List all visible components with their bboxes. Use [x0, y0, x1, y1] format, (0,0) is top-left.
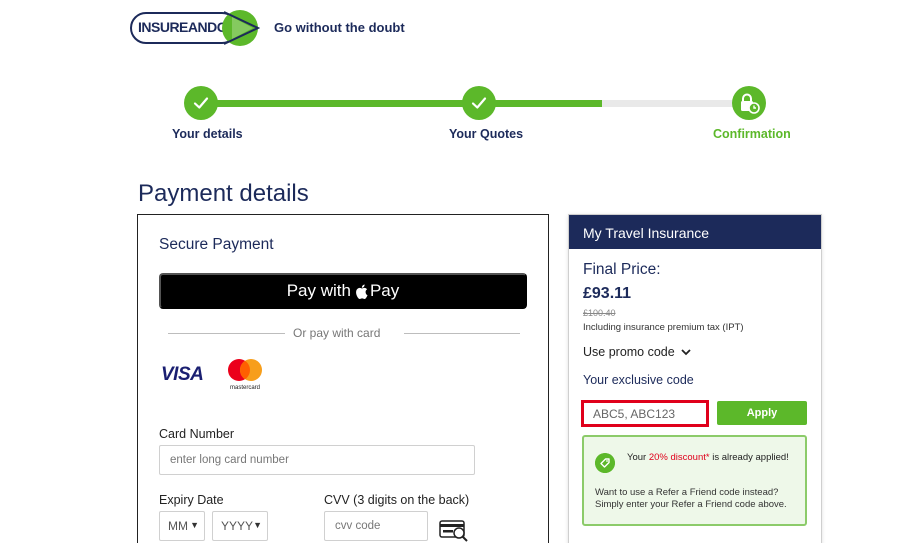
tagline: Go without the doubt — [274, 20, 405, 35]
step-your-details — [184, 86, 218, 120]
refer-friend-message: Want to use a Refer a Friend code instea… — [595, 487, 787, 510]
divider-line-right — [404, 333, 520, 334]
final-price-label: Final Price: — [583, 261, 661, 278]
divider-text: Or pay with card — [293, 326, 381, 340]
secure-payment-title: Secure Payment — [159, 236, 274, 253]
secure-payment-card: Secure Payment Pay with Pay Or pay with … — [137, 214, 549, 543]
step-label-your-quotes: Your Quotes — [449, 127, 524, 141]
visa-logo: VISA — [161, 364, 204, 385]
expiry-year-select[interactable]: YYYY ▼ — [212, 511, 268, 541]
discount-pre: Your — [627, 452, 649, 463]
progress-fill — [200, 100, 602, 107]
lock-clock-icon — [741, 93, 760, 114]
logo-text-insureand: INSUREAND — [138, 19, 217, 35]
step-label-confirmation: Confirmation — [713, 127, 791, 141]
travel-insurance-summary: My Travel Insurance Final Price: £93.11 … — [568, 214, 822, 543]
mastercard-logo: mastercard — [228, 359, 262, 391]
summary-header: My Travel Insurance — [569, 215, 821, 249]
mastercard-text: mastercard — [230, 385, 260, 391]
discount-message: Your 20% discount* is already applied! — [627, 452, 797, 464]
apple-pay-button[interactable]: Pay with Pay — [159, 273, 527, 309]
promo-code-input[interactable] — [581, 400, 709, 427]
chevron-down-icon — [681, 349, 691, 356]
divider-line-left — [168, 333, 285, 334]
cvv-input[interactable] — [324, 511, 428, 541]
expiry-year-value: YYYY — [221, 519, 254, 533]
discount-applied-box: Your 20% discount* is already applied! W… — [582, 435, 807, 526]
check-icon — [193, 97, 209, 109]
discount-highlight: 20% discount* — [648, 452, 710, 463]
card-number-label: Card Number — [159, 427, 235, 441]
cvv-card-icon — [439, 520, 468, 542]
card-number-input[interactable] — [159, 445, 475, 475]
logo-arrow-icon — [222, 10, 260, 46]
tag-icon — [595, 453, 615, 473]
promo-toggle-label: Use promo code — [583, 345, 675, 359]
expiry-month-value: MM — [168, 519, 188, 533]
apple-icon — [356, 284, 368, 299]
apple-pay-suffix: Pay — [369, 281, 400, 300]
or-pay-divider: Or pay with card — [168, 326, 520, 340]
page-title: Payment details — [138, 180, 309, 207]
old-price: £100.40 — [583, 308, 616, 318]
check-icon — [471, 97, 487, 109]
exclusive-code-label: Your exclusive code — [583, 373, 694, 387]
expiry-month-select[interactable]: MM ▼ — [159, 511, 205, 541]
apply-button[interactable]: Apply — [717, 401, 807, 425]
discount-post: is already applied! — [709, 452, 789, 463]
apple-pay-prefix: Pay with — [286, 281, 351, 300]
step-label-your-details: Your details — [172, 127, 243, 141]
ipt-note: Including insurance premium tax (IPT) — [583, 322, 744, 333]
chevron-down-icon: ▼ — [190, 520, 199, 530]
cvv-label: CVV (3 digits on the back) — [324, 493, 470, 507]
logo[interactable]: INSUREANDGO — [130, 8, 262, 48]
use-promo-code-toggle[interactable]: Use promo code — [583, 345, 691, 359]
chevron-down-icon: ▼ — [253, 520, 262, 530]
final-price: £93.11 — [583, 285, 632, 302]
step-confirmation — [732, 86, 766, 120]
step-your-quotes — [462, 86, 496, 120]
expiry-date-label: Expiry Date — [159, 493, 224, 507]
